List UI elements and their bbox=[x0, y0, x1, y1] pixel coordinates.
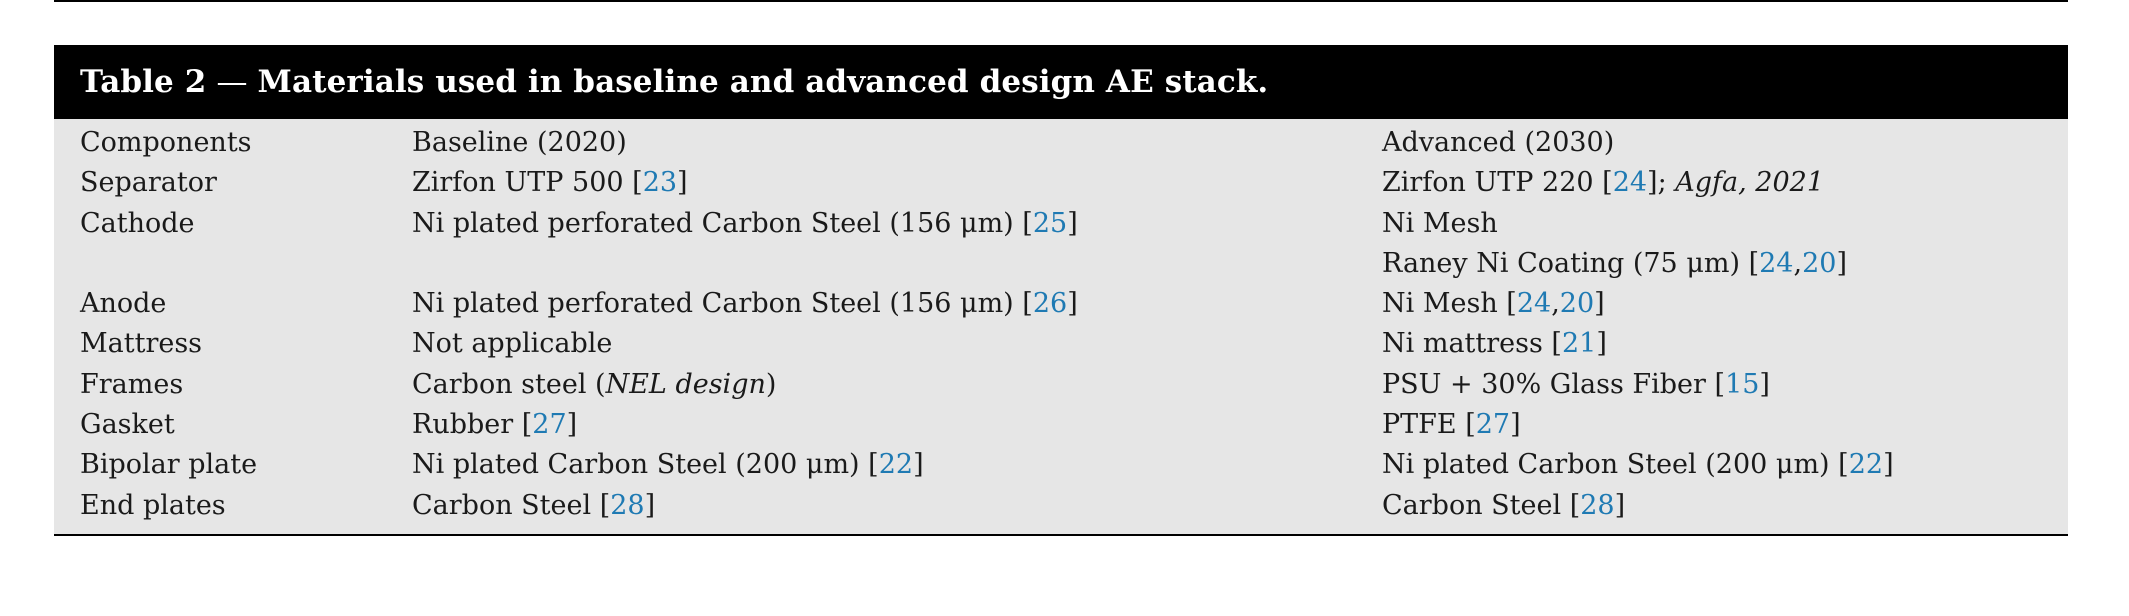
reference-link[interactable]: 20 bbox=[1560, 288, 1594, 319]
advanced-cell: Carbon Steel [28] bbox=[1382, 486, 1625, 526]
header-advanced: Advanced (2030) bbox=[1382, 127, 1615, 158]
cell-text: Ni mattress [ bbox=[1382, 328, 1562, 360]
table-row: Mattress Not applicable Ni mattress [21] bbox=[54, 324, 2068, 364]
cell-italic-text: Agfa, 2021 bbox=[1675, 167, 1825, 199]
cell-text: ] bbox=[1614, 489, 1626, 521]
cell-text: ] bbox=[644, 489, 656, 521]
cell-text: Ni plated Carbon Steel (200 μm) [ bbox=[1382, 449, 1849, 481]
table-row: Frames Carbon steel (NEL design) PSU + 30%… bbox=[54, 365, 2068, 405]
cell-text: Carbon Steel [ bbox=[412, 489, 611, 521]
cell-text: Raney Ni Coating (75 μm) [ bbox=[1382, 247, 1760, 279]
cell-text: ] bbox=[1836, 247, 1847, 279]
reference-link[interactable]: 28 bbox=[610, 490, 644, 521]
component-cell: Gasket bbox=[80, 409, 175, 441]
baseline-cell: Carbon Steel [28] bbox=[412, 486, 655, 526]
cell-text: Not applicable bbox=[412, 328, 613, 360]
reference-link[interactable]: 26 bbox=[1033, 288, 1067, 319]
header-baseline: Baseline (2020) bbox=[412, 127, 627, 158]
baseline-cell: Ni plated perforated Carbon Steel (156 μ… bbox=[412, 204, 1078, 244]
caption-dash: — bbox=[216, 64, 248, 100]
cell-text: Carbon steel ( bbox=[412, 368, 606, 400]
table-row: Separator Zirfon UTP 500 [23] Zirfon UTP 2… bbox=[54, 163, 2068, 203]
ref-separator: , bbox=[1551, 288, 1560, 320]
table-row: Anode Ni plated perforated Carbon Steel (… bbox=[54, 284, 2068, 324]
reference-link[interactable]: 21 bbox=[1562, 328, 1596, 359]
cell-text: Ni plated perforated Carbon Steel (156 μ… bbox=[412, 207, 1033, 239]
advanced-cell: Ni mattress [21] bbox=[1382, 324, 1607, 364]
cell-text: Ni plated Carbon Steel (200 μm) [ bbox=[412, 449, 879, 481]
reference-link[interactable]: 15 bbox=[1725, 369, 1759, 400]
cell-text: Carbon Steel [ bbox=[1382, 489, 1581, 521]
table-row: Cathode Ni plated perforated Carbon Steel… bbox=[54, 204, 2068, 244]
cell-text: Ni plated perforated Carbon Steel (156 μ… bbox=[412, 288, 1033, 320]
cell-text: Ni Mesh [ bbox=[1382, 288, 1517, 320]
cell-text: ] bbox=[1759, 368, 1770, 400]
cell-text: ] bbox=[677, 167, 688, 199]
reference-link[interactable]: 24 bbox=[1613, 167, 1647, 198]
reference-link[interactable]: 24 bbox=[1517, 288, 1551, 319]
cell-italic-text: NEL design bbox=[605, 368, 766, 400]
materials-table: Table 2 — Materials used in baseline and… bbox=[54, 45, 2068, 536]
cell-text: ] bbox=[1883, 449, 1894, 481]
table-header-row: Components Baseline (2020) Advanced (203… bbox=[54, 123, 2068, 163]
advanced-cell: Ni plated Carbon Steel (200 μm) [22] bbox=[1382, 445, 1894, 485]
cell-text: ) bbox=[765, 368, 777, 400]
cell-text: Zirfon UTP 500 [ bbox=[412, 167, 643, 199]
reference-link[interactable]: 27 bbox=[1476, 409, 1510, 440]
component-cell: End plates bbox=[80, 489, 226, 521]
ref-separator: , bbox=[1793, 247, 1803, 279]
advanced-cell: Raney Ni Coating (75 μm) [24,20] bbox=[1382, 244, 1847, 284]
component-cell: Separator bbox=[80, 167, 217, 199]
cell-text: PSU + 30% Glass Fiber [ bbox=[1382, 368, 1726, 400]
component-cell: Mattress bbox=[80, 328, 203, 360]
reference-link[interactable]: 28 bbox=[1580, 490, 1614, 521]
component-cell: Frames bbox=[80, 368, 184, 400]
reference-link[interactable]: 22 bbox=[1849, 449, 1883, 480]
table-caption: Table 2 — Materials used in baseline and… bbox=[54, 45, 2068, 119]
cell-text: ] bbox=[1067, 207, 1078, 239]
table-row: Bipolar plate Ni plated Carbon Steel (200… bbox=[54, 445, 2068, 485]
reference-link[interactable]: 20 bbox=[1802, 248, 1836, 279]
cell-text: ] bbox=[1067, 288, 1078, 320]
reference-link[interactable]: 27 bbox=[532, 409, 566, 440]
component-cell: Anode bbox=[80, 288, 167, 320]
cell-text: ] bbox=[913, 449, 924, 481]
caption-label: Table 2 bbox=[80, 64, 207, 100]
advanced-cell: Zirfon UTP 220 [24]; Agfa, 2021 bbox=[1382, 163, 1824, 203]
cell-text: Ni Mesh bbox=[1382, 207, 1498, 239]
cell-text: Zirfon UTP 220 [ bbox=[1382, 167, 1613, 199]
cell-text: ] bbox=[1596, 328, 1607, 360]
cell-text: ] bbox=[566, 409, 578, 441]
table-row: End plates Carbon Steel [28] Carbon Steel … bbox=[54, 486, 2068, 526]
baseline-cell: Rubber [27] bbox=[412, 405, 577, 445]
cell-text: Rubber [ bbox=[412, 409, 533, 441]
baseline-cell: Ni plated perforated Carbon Steel (156 μ… bbox=[412, 284, 1078, 324]
reference-link[interactable]: 23 bbox=[643, 167, 677, 198]
component-cell: Bipolar plate bbox=[80, 449, 258, 481]
table-body: Components Baseline (2020) Advanced (203… bbox=[54, 119, 2068, 536]
cell-text: PTFE [ bbox=[1382, 409, 1476, 441]
cell-text: ]; bbox=[1647, 167, 1676, 199]
advanced-cell: Ni Mesh [24,20] bbox=[1382, 284, 1605, 324]
component-cell: Cathode bbox=[80, 207, 195, 239]
advanced-cell: PTFE [27] bbox=[1382, 405, 1521, 445]
cell-text: ] bbox=[1594, 288, 1605, 320]
table-rows: Separator Zirfon UTP 500 [23] Zirfon UTP 2… bbox=[54, 163, 2068, 526]
table-row: Raney Ni Coating (75 μm) [24,20] bbox=[54, 244, 2068, 284]
cell-text: ] bbox=[1510, 409, 1521, 441]
baseline-cell: Zirfon UTP 500 [23] bbox=[412, 163, 688, 203]
baseline-cell: Not applicable bbox=[412, 324, 612, 364]
reference-link[interactable]: 22 bbox=[879, 449, 913, 480]
caption-title: Materials used in baseline and advanced … bbox=[257, 64, 1269, 100]
top-rule bbox=[54, 0, 2068, 2]
baseline-cell: Ni plated Carbon Steel (200 μm) [22] bbox=[412, 445, 924, 485]
reference-link[interactable]: 25 bbox=[1033, 208, 1067, 239]
baseline-cell: Carbon steel (NEL design) bbox=[412, 365, 776, 405]
advanced-cell: PSU + 30% Glass Fiber [15] bbox=[1382, 365, 1770, 405]
table-row: Gasket Rubber [27] PTFE [27] bbox=[54, 405, 2068, 445]
advanced-cell: Ni Mesh bbox=[1382, 204, 1498, 244]
reference-link[interactable]: 24 bbox=[1759, 248, 1793, 279]
header-components: Components bbox=[80, 127, 252, 158]
